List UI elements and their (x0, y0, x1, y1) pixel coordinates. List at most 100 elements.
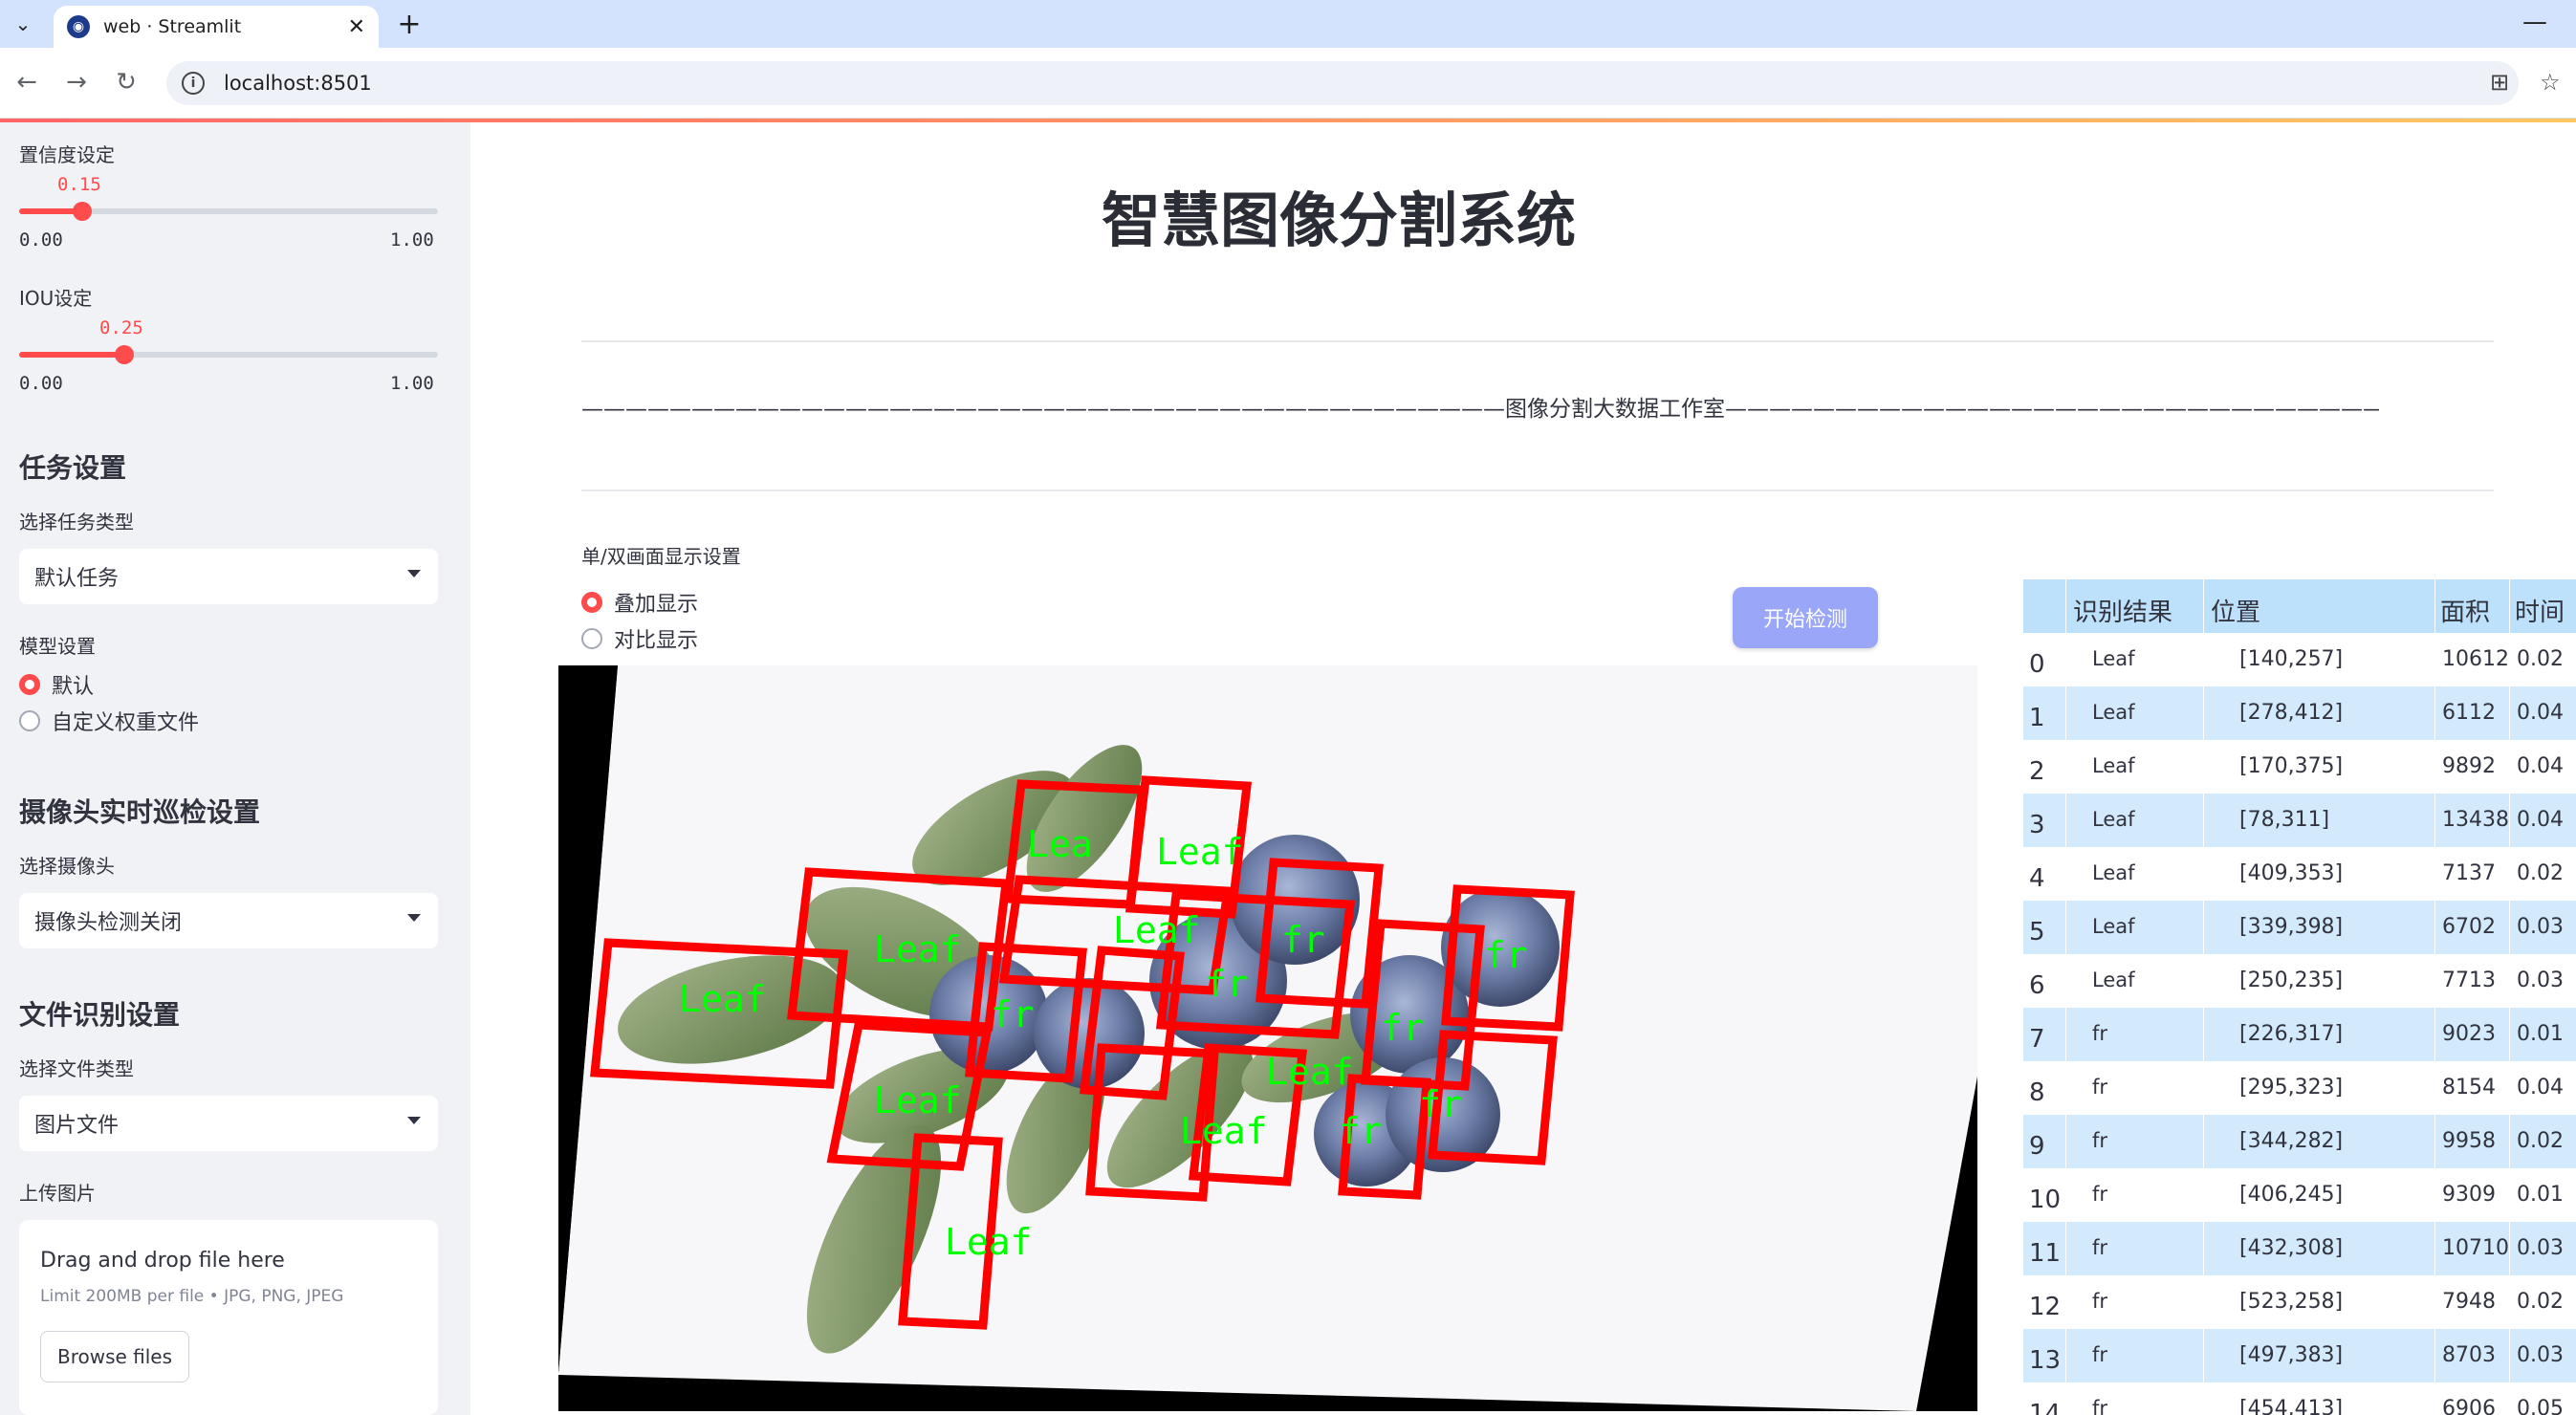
row-index: 4 (2029, 864, 2045, 893)
radio-selected-icon[interactable] (19, 674, 40, 695)
results-table[interactable]: 识别结果 位置 面积 时间 0 Leaf [140,257] 10612 0.02 1 Le… (2023, 579, 2576, 1415)
bookmark-star-icon[interactable]: ☆ (2540, 69, 2561, 96)
row-area: 10612 (2442, 647, 2509, 671)
camera-select[interactable]: 摄像头检测关闭 (19, 893, 438, 948)
confidence-slider-thumb[interactable] (72, 202, 92, 221)
row-time: 0.02 (2517, 861, 2564, 885)
streamlit-favicon-icon: ◉ (67, 15, 90, 38)
row-area: 7713 (2442, 969, 2496, 992)
iou-slider-fill (19, 352, 124, 358)
chevron-down-icon (407, 1117, 421, 1124)
table-row[interactable]: 12 fr [523,258] 7948 0.02 (2023, 1275, 2576, 1329)
row-time: 0.03 (2517, 1343, 2564, 1367)
address-bar[interactable]: i localhost:8501 (166, 61, 2519, 105)
row-time: 0.05 (2517, 1397, 2564, 1415)
row-index: 0 (2029, 650, 2045, 679)
row-position: [344,282] (2239, 1129, 2344, 1153)
sidebar: 置信度设定 0.15 0.00 1.00 IOU设定 0.25 0.00 1.0… (0, 122, 470, 1415)
header-area: 面积 (2440, 599, 2491, 627)
table-row[interactable]: 5 Leaf [339,398] 6702 0.03 (2023, 901, 2576, 954)
detection-canvas: Lea Leaf Leaf Leaf Leaf Leaf Leaf Leaf L… (558, 665, 1977, 1411)
row-index: 2 (2029, 757, 2045, 786)
dropzone-limit: Limit 200MB per file • JPG, PNG, JPEG (40, 1287, 344, 1306)
start-detection-button[interactable]: 开始检测 (1733, 587, 1878, 648)
table-header: 识别结果 位置 面积 时间 (2023, 579, 2576, 633)
tab-search-chevron-icon[interactable]: ⌄ (6, 8, 40, 40)
tab-close-icon[interactable]: ✕ (348, 15, 365, 39)
forward-arrow-icon[interactable]: → (59, 65, 94, 99)
row-area: 7948 (2442, 1290, 2496, 1314)
table-row[interactable]: 7 fr [226,317] 9023 0.01 (2023, 1008, 2576, 1061)
window-minimize-icon[interactable]: — (2522, 8, 2547, 36)
radio-selected-icon[interactable] (581, 592, 602, 613)
row-position: [250,235] (2239, 969, 2344, 992)
model-option-label: 默认 (52, 675, 95, 699)
browser-toolbar: ← → ↻ i localhost:8501 ⊞ ☆ (0, 48, 2576, 119)
file-settings-heading: 文件识别设置 (19, 999, 181, 1031)
detection-label: fr (1484, 934, 1528, 976)
browse-files-button[interactable]: Browse files (40, 1331, 189, 1382)
main-content: 智慧图像分割系统 ———————————————————————————————… (470, 122, 2576, 1415)
table-row[interactable]: 10 fr [406,245] 9309 0.01 (2023, 1168, 2576, 1222)
display-option-label: 对比显示 (614, 629, 699, 653)
table-row[interactable]: 13 fr [497,383] 8703 0.03 (2023, 1329, 2576, 1382)
table-row[interactable]: 2 Leaf [170,375] 9892 0.04 (2023, 740, 2576, 794)
radio-unselected-icon[interactable] (581, 628, 602, 649)
camera-settings-heading: 摄像头实时巡检设置 (19, 796, 261, 828)
row-position: [339,398] (2239, 915, 2344, 939)
row-result: Leaf (2092, 861, 2135, 884)
table-row[interactable]: 4 Leaf [409,353] 7137 0.02 (2023, 847, 2576, 901)
row-time: 0.03 (2517, 1236, 2564, 1260)
row-time: 0.04 (2517, 808, 2564, 832)
upload-label: 上传图片 (19, 1182, 96, 1205)
chevron-down-icon (407, 914, 421, 922)
iou-slider-thumb[interactable] (114, 345, 134, 364)
table-row[interactable]: 14 fr [454,413] 6906 0.05 (2023, 1382, 2576, 1415)
file-type-select[interactable]: 图片文件 (19, 1096, 438, 1151)
detection-label: Leaf (1180, 1110, 1268, 1152)
browser-tabstrip: ⌄ ◉ web · Streamlit ✕ + — (0, 0, 2576, 48)
model-option-custom[interactable]: 自定义权重文件 (19, 706, 199, 736)
display-option-compare[interactable]: 对比显示 (581, 623, 698, 654)
site-info-icon[interactable]: i (182, 72, 205, 95)
file-dropzone[interactable]: Drag and drop file here Limit 200MB per … (19, 1220, 438, 1415)
display-option-label: 叠加显示 (614, 593, 699, 617)
chevron-down-icon (407, 570, 421, 577)
row-result: Leaf (2092, 969, 2135, 991)
confidence-slider[interactable] (19, 202, 438, 221)
iou-min: 0.00 (19, 373, 63, 394)
studio-banner: ————————————————————————————————————————… (581, 397, 2379, 422)
detection-label: Leaf (1266, 1051, 1354, 1093)
browser-tab[interactable]: ◉ web · Streamlit ✕ (54, 6, 379, 48)
row-index: 3 (2029, 811, 2045, 839)
display-option-overlay[interactable]: 叠加显示 (581, 587, 698, 618)
table-row[interactable]: 3 Leaf [78,311] 13438 0.04 (2023, 794, 2576, 847)
translate-icon[interactable]: ⊞ (2490, 69, 2509, 96)
table-row[interactable]: 6 Leaf [250,235] 7713 0.03 (2023, 954, 2576, 1008)
detection-label: fr (991, 993, 1035, 1035)
new-tab-plus-icon[interactable]: + (392, 8, 426, 41)
table-row[interactable]: 11 fr [432,308] 10710 0.03 (2023, 1222, 2576, 1275)
row-result: fr (2092, 1236, 2108, 1259)
camera-select-value: 摄像头检测关闭 (34, 911, 183, 935)
model-option-default[interactable]: 默认 (19, 669, 94, 700)
radio-unselected-icon[interactable] (19, 710, 40, 731)
address-url[interactable]: localhost:8501 (224, 72, 372, 95)
iou-slider[interactable] (19, 345, 438, 364)
row-position: [295,323] (2239, 1076, 2344, 1099)
row-area: 7137 (2442, 861, 2496, 885)
column-separator (2434, 579, 2435, 1415)
column-separator (2203, 579, 2204, 1415)
table-row[interactable]: 8 fr [295,323] 8154 0.04 (2023, 1061, 2576, 1115)
confidence-min: 0.00 (19, 229, 63, 250)
row-result: Leaf (2092, 808, 2135, 831)
row-position: [78,311] (2239, 808, 2330, 832)
table-row[interactable]: 1 Leaf [278,412] 6112 0.04 (2023, 686, 2576, 740)
table-row[interactable]: 9 fr [344,282] 9958 0.02 (2023, 1115, 2576, 1168)
page-title: 智慧图像分割系统 (1102, 185, 1577, 255)
reload-icon[interactable]: ↻ (109, 65, 143, 99)
task-type-select[interactable]: 默认任务 (19, 549, 438, 604)
row-result: fr (2092, 1343, 2108, 1366)
back-arrow-icon[interactable]: ← (10, 65, 44, 99)
table-row[interactable]: 0 Leaf [140,257] 10612 0.02 (2023, 633, 2576, 686)
